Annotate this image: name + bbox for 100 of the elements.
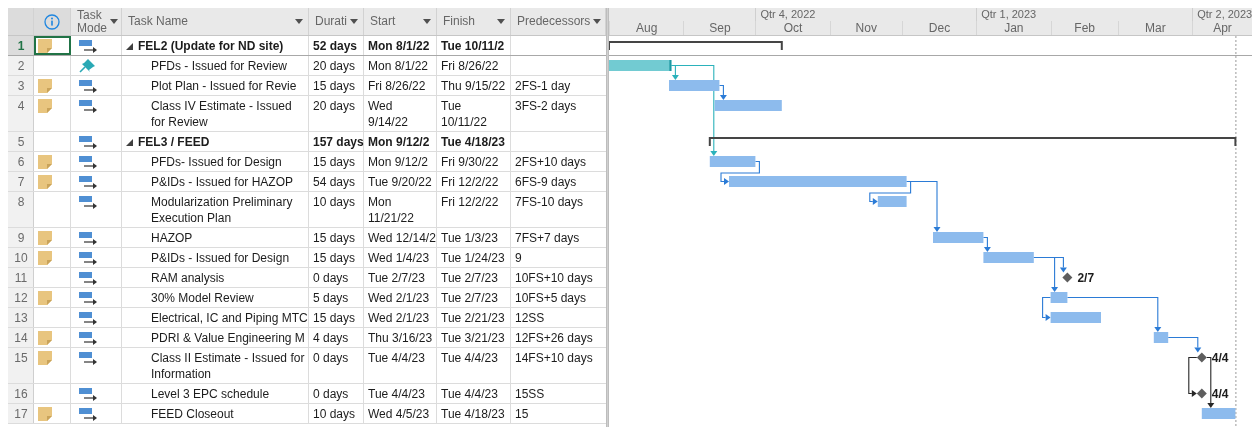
column-header[interactable]: Task Mode (71, 8, 122, 35)
start-date: Thu 3/16/23 (368, 330, 433, 346)
row-number[interactable]: 11 (8, 268, 34, 287)
row-number[interactable]: 16 (8, 384, 34, 403)
task-name: FEED Closeout (151, 406, 234, 422)
predecessors-text: 10FS+10 days (515, 270, 593, 286)
row-number[interactable]: 8 (8, 192, 34, 227)
start-date: Wed 2/1/23 (368, 290, 430, 306)
row-number[interactable]: 7 (8, 172, 34, 191)
row-number[interactable]: 6 (8, 152, 34, 171)
column-header[interactable]: Finish (437, 8, 511, 35)
start-date: Wed 2/1/23 (368, 310, 430, 326)
column-header[interactable]: Task Name (122, 8, 309, 35)
start-date: Tue 2/7/23 (368, 270, 425, 286)
finish-date: Tue 1/24/23 (441, 250, 505, 266)
start-date: Mon 9/12/2 (368, 154, 429, 170)
task-name: RAM analysis (151, 270, 225, 286)
milestone-date: 2/7 (1077, 270, 1095, 285)
task-bar (714, 100, 782, 111)
quarter-label: Qtr 4, 2022 (760, 8, 816, 20)
finish-date: Tue 4/4/23 (441, 350, 498, 366)
task-name: Class II Estimate - Issued for Information (151, 350, 305, 382)
row-number[interactable]: 4 (8, 96, 34, 131)
task-name: Modularization Preliminary Execution Plan (151, 194, 293, 226)
row-number[interactable]: 13 (8, 308, 34, 327)
link-arrow (1188, 356, 1198, 397)
finish-date: Tue 2/21/23 (441, 310, 505, 326)
milestone-marker (1062, 272, 1073, 283)
row-number[interactable]: 1 (8, 36, 34, 55)
row-number[interactable]: 15 (8, 348, 34, 383)
start-date: Wed 1/4/23 (368, 250, 430, 266)
row-number[interactable]: 12 (8, 288, 34, 307)
caret-icon[interactable] (497, 19, 505, 24)
task-duration: 10 days (313, 406, 356, 422)
finish-date: Fri 12/2/22 (441, 174, 499, 190)
task-name: Class IV Estimate - Issued for Review (151, 98, 292, 130)
predecessors-text: 14FS+10 days (515, 350, 593, 366)
predecessors-text: 12SS (515, 310, 545, 326)
row-number[interactable]: 10 (8, 248, 34, 267)
caret-icon[interactable] (295, 19, 303, 24)
caret-icon[interactable] (350, 19, 358, 24)
caret-icon[interactable] (423, 19, 431, 24)
predecessors-text: 7FS+7 days (515, 230, 580, 246)
finish-date: Fri 8/26/22 (441, 58, 499, 74)
row-number[interactable]: 17 (8, 404, 34, 423)
task-bar (709, 156, 756, 167)
predecessors-text: 7FS-10 days (515, 194, 584, 210)
start-date: Wed 4/5/23 (368, 406, 430, 422)
caret-icon[interactable] (110, 19, 119, 24)
month-label: Jan (976, 21, 1051, 35)
task-duration: 20 days (313, 98, 356, 114)
task-name: FEL3 / FEED (138, 134, 210, 150)
start-date: Mon 8/1/22 (368, 58, 429, 74)
predecessors-text: 2FS+10 days (515, 154, 587, 170)
finish-date: Fri 12/2/22 (441, 194, 499, 210)
row-number[interactable]: 14 (8, 328, 34, 347)
collapse-icon[interactable] (126, 139, 133, 146)
task-bar (933, 232, 984, 243)
column-header[interactable]: Start (364, 8, 437, 35)
start-date: Tue 4/4/23 (368, 350, 425, 366)
finish-date: Tue 4/18/23 (441, 134, 505, 150)
task-name: FEL2 (Update for ND site) (138, 38, 284, 54)
task-name: Level 3 EPC schedule (151, 386, 270, 402)
task-bar (609, 60, 672, 71)
predecessors-text: 15 (515, 406, 529, 422)
month-label: Nov (829, 21, 902, 35)
start-date: Wed 9/14/22 (368, 98, 409, 130)
month-label: Dec (901, 21, 977, 35)
finish-date: Tue 10/11/2 (441, 38, 505, 54)
task-name: 30% Model Review (151, 290, 254, 306)
predecessors-text: 10FS+5 days (515, 290, 587, 306)
caret-icon[interactable] (593, 19, 602, 24)
start-date: Tue 4/4/23 (368, 386, 425, 402)
task-name: PDRI & Value Engineering M (151, 330, 305, 346)
finish-date: Tue 4/4/23 (441, 386, 498, 402)
task-bar (1153, 332, 1169, 343)
column-header[interactable]: Durati (309, 8, 364, 35)
task-duration: 15 days (313, 154, 356, 170)
task-bar (877, 196, 907, 207)
row-number[interactable]: 2 (8, 56, 34, 75)
info-icon (44, 13, 60, 30)
task-name: P&IDs - Issued for Design (151, 250, 290, 266)
month-label: Mar (1117, 21, 1193, 35)
link-arrow (720, 160, 760, 185)
milestone-marker (1196, 352, 1207, 363)
month-label: Oct (755, 21, 830, 35)
task-duration: 15 days (313, 310, 356, 326)
row-number[interactable]: 3 (8, 76, 34, 95)
task-duration: 0 days (313, 350, 349, 366)
start-date: Mon 11/21/22 (368, 194, 414, 226)
quarter-label: Qtr 1, 2023 (981, 8, 1037, 20)
task-name: PFDs - Issued for Review (151, 58, 288, 74)
row-number[interactable]: 5 (8, 132, 34, 151)
column-header[interactable] (34, 8, 71, 35)
milestone-marker (1196, 388, 1207, 399)
finish-date: Tue 3/21/23 (441, 330, 505, 346)
row-number[interactable]: 9 (8, 228, 34, 247)
task-duration: 0 days (313, 270, 349, 286)
collapse-icon[interactable] (126, 43, 133, 50)
finish-date: Tue 2/7/23 (441, 290, 498, 306)
